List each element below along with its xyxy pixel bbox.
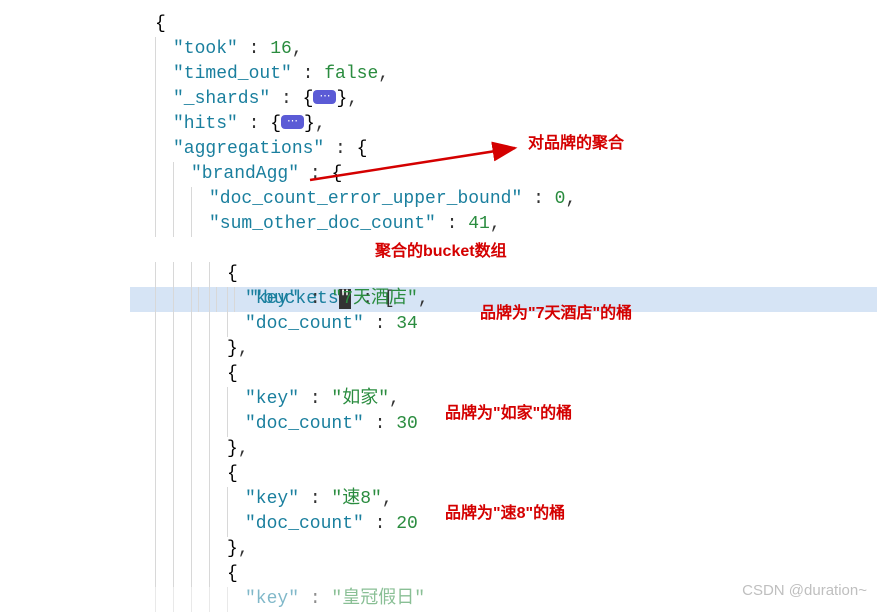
code-block: { "took" : 16, "timed_out" : false, "_sh… bbox=[0, 0, 877, 612]
annotation-label: 聚合的bucket数组 bbox=[375, 241, 507, 263]
code-line: { bbox=[155, 12, 877, 37]
json-string: "皇冠假日" bbox=[331, 589, 425, 609]
json-number: 0 bbox=[555, 189, 566, 209]
annotation-label: 对品牌的聚合 bbox=[528, 133, 624, 155]
json-key: "doc_count_error_upper_bound" bbox=[209, 189, 522, 209]
json-key: "doc_count" bbox=[245, 514, 364, 534]
json-string: "速8" bbox=[331, 489, 381, 509]
open-brace: { bbox=[155, 14, 166, 34]
json-string: "7天酒店" bbox=[331, 289, 417, 309]
json-number: 20 bbox=[396, 514, 418, 534]
json-key: "brandAgg" bbox=[191, 164, 299, 184]
code-line-highlighted: "buckets" : [ bbox=[155, 237, 877, 262]
code-line: "timed_out" : false, bbox=[155, 62, 877, 87]
annotation-label: 品牌为"速8"的桶 bbox=[445, 503, 565, 525]
json-number: 16 bbox=[270, 39, 292, 59]
code-line: }, bbox=[155, 537, 877, 562]
json-key: "timed_out" bbox=[173, 64, 292, 84]
json-key: "key" bbox=[245, 389, 299, 409]
code-line: "hits" : {⋯}, bbox=[155, 112, 877, 137]
code-line: "took" : 16, bbox=[155, 37, 877, 62]
json-number: 30 bbox=[396, 414, 418, 434]
code-line: "_shards" : {⋯}, bbox=[155, 87, 877, 112]
code-line: { bbox=[155, 362, 877, 387]
json-key: "key" bbox=[245, 289, 299, 309]
json-key: "key" bbox=[245, 589, 299, 609]
json-number: 41 bbox=[468, 214, 490, 234]
fold-indicator-icon[interactable]: ⋯ bbox=[313, 90, 336, 104]
annotation-arrow-icon bbox=[305, 140, 535, 190]
code-line: "sum_other_doc_count" : 41, bbox=[155, 212, 877, 237]
json-key: "sum_other_doc_count" bbox=[209, 214, 436, 234]
json-key: "_shards" bbox=[173, 89, 270, 109]
json-boolean: false bbox=[324, 64, 378, 84]
json-key: "key" bbox=[245, 489, 299, 509]
code-line: }, bbox=[155, 437, 877, 462]
code-line: { bbox=[155, 462, 877, 487]
json-key: "doc_count" bbox=[245, 414, 364, 434]
json-string: "如家" bbox=[331, 389, 389, 409]
fold-indicator-icon[interactable]: ⋯ bbox=[281, 115, 304, 129]
json-number: 34 bbox=[396, 314, 418, 334]
code-line: "doc_count_error_upper_bound" : 0, bbox=[155, 187, 877, 212]
json-key: "hits" bbox=[173, 114, 238, 134]
code-line: { bbox=[155, 262, 877, 287]
json-key: "took" bbox=[173, 39, 238, 59]
watermark-text: CSDN @duration~ bbox=[742, 580, 867, 601]
code-line: }, bbox=[155, 337, 877, 362]
annotation-label: 品牌为"如家"的桶 bbox=[445, 403, 572, 425]
annotation-label: 品牌为"7天酒店"的桶 bbox=[480, 303, 632, 325]
json-key: "doc_count" bbox=[245, 314, 364, 334]
json-key: "aggregations" bbox=[173, 139, 324, 159]
